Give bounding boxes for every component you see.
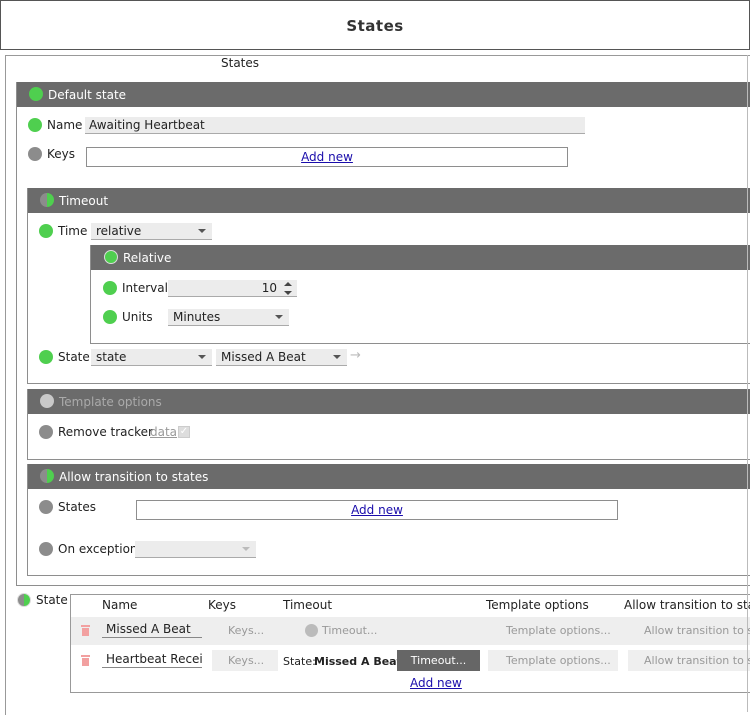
template-options-title: Template options — [59, 395, 162, 409]
arrow-right-icon[interactable]: → — [350, 348, 361, 363]
relative-title: Relative — [123, 251, 172, 265]
column-header-template: Template options — [486, 598, 589, 612]
status-dot-icon — [29, 87, 43, 101]
row-allow-button[interactable]: Allow transition to st — [628, 650, 750, 671]
interval-value: 10 — [261, 281, 277, 295]
row-template-button[interactable]: Template options... — [488, 620, 618, 641]
chevron-down-icon — [242, 547, 250, 551]
units-label: Units — [122, 310, 153, 324]
header-box: States — [0, 0, 750, 50]
row-allow-button[interactable]: Allow transition to st — [628, 620, 750, 641]
state-label: State — [58, 350, 90, 364]
data-checkbox[interactable]: ✓ — [178, 426, 190, 438]
allow-transition-bar: Allow transition to states — [28, 464, 750, 489]
column-header-name: Name — [102, 598, 138, 612]
remove-tracker-status-icon — [39, 425, 53, 439]
on-exception-select[interactable] — [135, 541, 256, 558]
allow-transition-title: Allow transition to states — [59, 470, 209, 484]
chevron-down-icon — [333, 355, 341, 359]
relative-status-icon — [104, 250, 118, 264]
interval-stepper[interactable]: 10 — [168, 280, 297, 297]
row-timeout-button[interactable]: Timeout... — [314, 620, 404, 641]
state-type-value: state — [96, 350, 127, 364]
stepper-up-icon[interactable] — [284, 282, 292, 286]
units-status-icon — [103, 310, 117, 324]
row-keys-button[interactable]: Keys... — [212, 620, 278, 641]
row-name-input[interactable]: Heartbeat Recei — [102, 651, 202, 668]
relative-bar: Relative — [91, 245, 750, 270]
name-input[interactable]: Awaiting Heartbeat — [85, 117, 585, 134]
column-header-timeout: Timeout — [283, 598, 333, 612]
row-keys-button[interactable]: Keys... — [212, 650, 278, 671]
remove-tracker-label: Remove tracker — [58, 425, 153, 439]
default-state-title: Default state — [48, 88, 127, 102]
transition-states-label: States — [58, 500, 97, 514]
name-status-icon — [28, 118, 42, 132]
keys-status-icon — [28, 147, 42, 161]
trash-icon[interactable] — [81, 655, 90, 666]
chevron-down-icon — [198, 229, 206, 233]
chevron-down-icon — [275, 315, 283, 319]
row-timeout-state-value: Missed A Beat — [314, 655, 402, 668]
template-options-bar: Template options — [28, 389, 750, 414]
on-exception-status-icon — [39, 542, 53, 556]
units-select[interactable]: Minutes — [168, 309, 289, 326]
allow-transition-status-icon — [40, 469, 54, 483]
page-title: States — [346, 17, 404, 35]
row-timeout-button[interactable]: Timeout... — [397, 650, 480, 671]
state-target-value: Missed A Beat — [221, 350, 306, 364]
data-link[interactable]: data — [150, 425, 177, 439]
row-timeout-state-prefix: State: — [283, 655, 316, 668]
column-header-keys: Keys — [208, 598, 237, 612]
states-section-label: States — [221, 56, 260, 70]
state-type-select[interactable]: state — [91, 349, 212, 366]
row-name-input[interactable]: Missed A Beat — [102, 621, 202, 638]
time-select-value: relative — [96, 224, 142, 238]
keys-add-new-link[interactable]: Add new — [301, 150, 353, 164]
row-template-button[interactable]: Template options... — [488, 650, 618, 671]
time-status-icon — [39, 224, 53, 238]
timeout-title: Timeout — [59, 194, 109, 208]
template-status-icon — [40, 394, 54, 408]
units-select-value: Minutes — [173, 310, 221, 324]
trash-icon[interactable] — [81, 625, 90, 636]
stepper-down-icon[interactable] — [284, 291, 292, 295]
timeout-bar: Timeout — [28, 188, 750, 213]
on-exception-label: On exception — [58, 542, 138, 556]
interval-label: Interval — [122, 281, 168, 295]
keys-add-box: Add new — [86, 147, 568, 167]
chevron-down-icon — [198, 355, 206, 359]
time-select[interactable]: relative — [91, 223, 212, 240]
state-status-icon — [39, 350, 53, 364]
timeout-status-icon — [40, 193, 54, 207]
default-state-bar: Default state — [17, 82, 750, 107]
transition-states-add-new-link[interactable]: Add new — [351, 503, 403, 517]
states-status-icon — [39, 500, 53, 514]
time-label: Time — [58, 224, 88, 238]
interval-status-icon — [103, 281, 117, 295]
column-header-allow: Allow transition to sta — [624, 598, 750, 612]
state-table-add-new-text[interactable]: Add new — [410, 676, 462, 690]
transition-states-add-box: Add new — [136, 500, 618, 520]
right-edge-border — [747, 55, 748, 712]
state-table-status-icon — [17, 593, 31, 607]
name-label: Name — [47, 118, 83, 132]
state-table-label: State — [36, 593, 68, 607]
state-target-select[interactable]: Missed A Beat — [216, 349, 347, 366]
keys-label: Keys — [47, 147, 76, 161]
state-table-add-new-link[interactable]: Add new — [410, 676, 462, 690]
